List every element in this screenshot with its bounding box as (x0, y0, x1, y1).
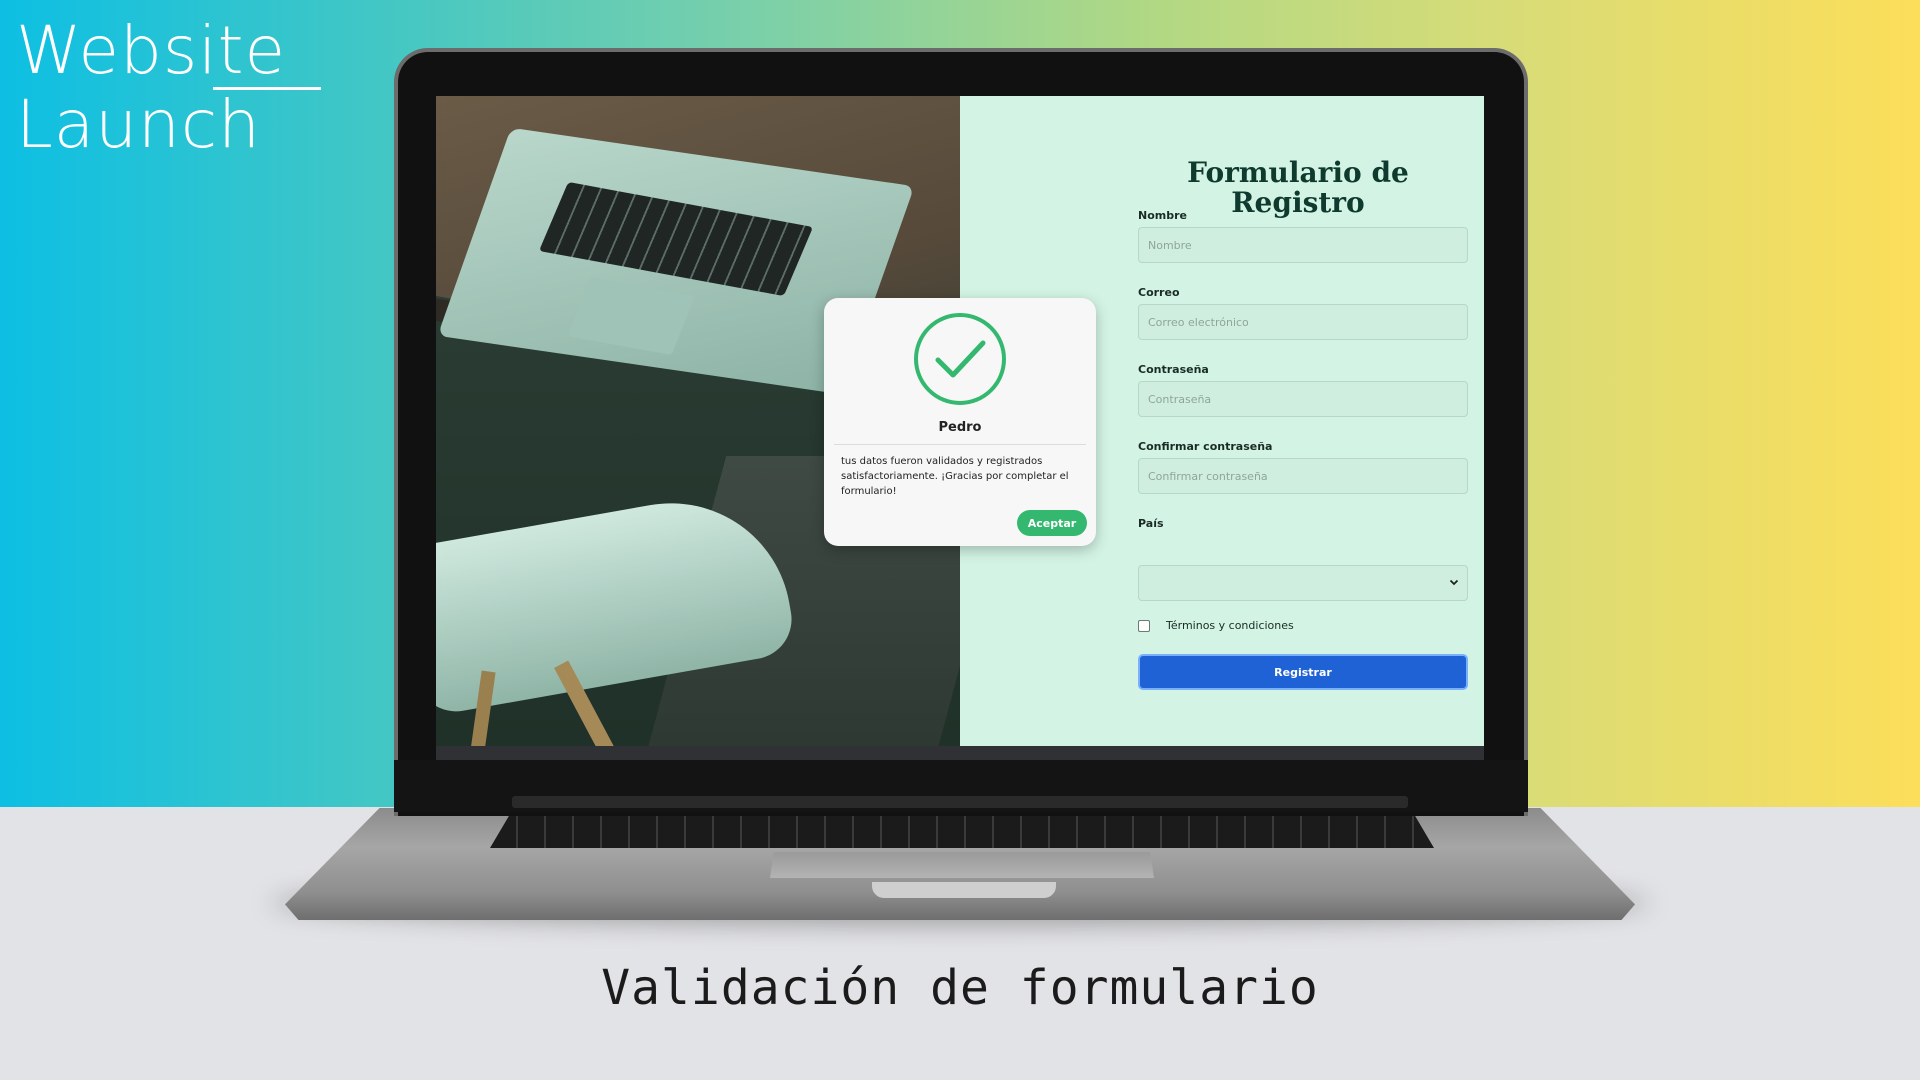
accept-button[interactable]: Aceptar (1017, 510, 1087, 536)
dialog-divider (834, 444, 1086, 445)
laptop-keyboard (490, 816, 1434, 848)
password-input[interactable] (1139, 382, 1467, 416)
terms-checkbox[interactable] (1138, 620, 1150, 632)
success-dialog: Pedro tus datos fueron validados y regis… (824, 298, 1096, 546)
password-field[interactable] (1138, 381, 1468, 417)
name-field[interactable] (1138, 227, 1468, 263)
password-label: Contraseña (1138, 363, 1209, 376)
laptop-screen: Formulario de Registro Nombre Correo Con… (436, 96, 1484, 746)
name-input[interactable] (1139, 228, 1467, 262)
brand-line-1: Website (16, 12, 287, 89)
email-label: Correo (1138, 286, 1180, 299)
laptop-notch (872, 882, 1056, 898)
brand-title: Website Launch (16, 12, 321, 163)
slide-caption: Validación de formulario (601, 960, 1319, 1016)
confirm-password-label: Confirmar contraseña (1138, 440, 1273, 453)
brand-underline (213, 87, 321, 90)
dialog-message: tus datos fueron validados y registrados… (841, 456, 1069, 497)
country-label: País (1138, 517, 1164, 530)
laptop-hinge (512, 796, 1408, 808)
terms-label: Términos y condiciones (1166, 619, 1294, 632)
chevron-down-icon (1449, 579, 1459, 586)
email-field[interactable] (1138, 304, 1468, 340)
confirm-password-input[interactable] (1139, 459, 1467, 493)
name-label: Nombre (1138, 209, 1187, 222)
register-button[interactable]: Registrar (1138, 654, 1468, 690)
brand-line-2: Launch (16, 86, 261, 163)
country-select[interactable] (1138, 565, 1468, 601)
check-circle-icon (914, 313, 1006, 405)
screen-bottom-strip (436, 746, 1484, 760)
confirm-password-field[interactable] (1138, 458, 1468, 494)
dialog-title: Pedro (938, 420, 982, 435)
email-input[interactable] (1139, 305, 1467, 339)
laptop-touchpad (770, 852, 1154, 878)
